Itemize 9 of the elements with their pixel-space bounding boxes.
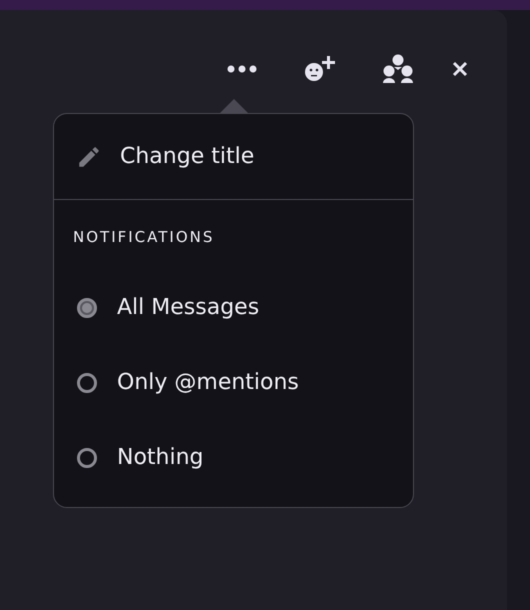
section-heading: NOTIFICATIONS xyxy=(72,227,216,248)
close-icon xyxy=(452,61,468,77)
add-person-icon xyxy=(304,54,336,84)
radio-option[interactable]: All Messages xyxy=(54,270,413,345)
menu-item[interactable]: Change title xyxy=(54,114,413,199)
group-icon xyxy=(382,54,414,84)
radio-option[interactable]: Nothing xyxy=(54,420,413,495)
more-icon xyxy=(227,65,257,73)
radio-option[interactable]: Only @mentions xyxy=(54,345,413,420)
